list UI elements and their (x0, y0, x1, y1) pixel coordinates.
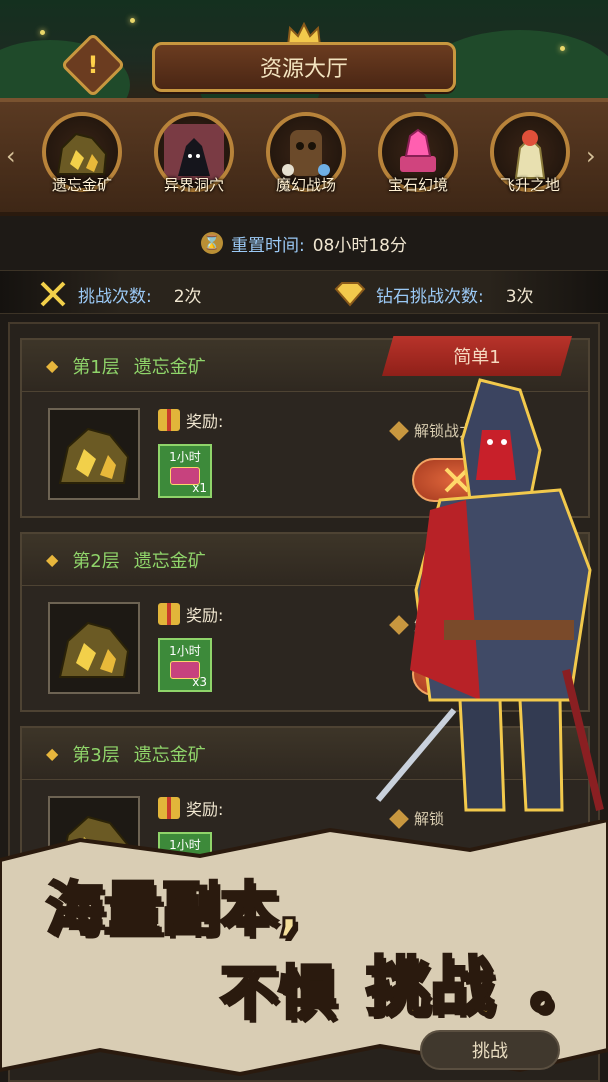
promo-period: 。 (528, 952, 589, 1023)
category-battlefield[interactable]: 魔幻战场 (256, 112, 356, 195)
title-banner: 资源大厅 (152, 42, 456, 92)
reward-label: 奖励: (186, 606, 224, 625)
promo-accent: 挑战 (365, 950, 496, 1027)
category-label: 遗忘金矿 (51, 176, 112, 194)
floor-title: 第2层 (72, 550, 120, 572)
chest-quantity: x3 (192, 675, 207, 689)
challenge-count: 挑战次数: 2次 (38, 281, 202, 307)
chest-time: 1小时 (169, 644, 201, 658)
floor-name: 遗忘金矿 (133, 356, 206, 378)
chest-quantity: x1 (192, 481, 207, 495)
category-cave[interactable]: 异界洞穴 (144, 112, 244, 195)
diamond-value: 3次 (505, 286, 534, 307)
diamond-icon (334, 282, 366, 307)
challenge-label: 挑战次数: (78, 286, 152, 307)
difficulty-label: 简单1 (453, 347, 501, 368)
gift-icon (158, 603, 180, 625)
floor-title: 第3层 (72, 744, 120, 766)
category-label: 宝石幻境 (387, 176, 448, 194)
scroll-left-icon[interactable]: ‹ (6, 142, 16, 170)
category-ascension[interactable]: 飞升之地 (480, 112, 580, 195)
reward-row: 奖励: (158, 602, 223, 626)
exclamation-icon: ! (87, 51, 99, 79)
gem-bullet-icon: ◆ (46, 550, 59, 569)
challenge-counts: 挑战次数: 2次 钻石挑战次数: 3次 (0, 270, 608, 314)
category-bar: ‹ 遗忘金矿 异界洞穴 魔幻战场 宝石幻境 飞升之地 › (0, 98, 608, 216)
reward-label: 奖励: (186, 412, 224, 431)
hourglass-icon: ⌛ (201, 232, 223, 254)
reset-label: 重置时间: (231, 235, 305, 256)
reward-chest[interactable]: 1小时 x1 (158, 444, 212, 498)
category-label: 魔幻战场 (275, 176, 336, 194)
gem-bullet-icon: ◆ (46, 744, 59, 763)
reset-timer: ⌛ 重置时间: 08小时18分 (0, 224, 608, 262)
reset-value: 08小时18分 (312, 235, 407, 256)
diamond-challenge-count: 钻石挑战次数: 3次 (334, 281, 534, 307)
gem-bullet-icon: ◆ (46, 356, 59, 375)
page-title: 资源大厅 (259, 57, 348, 82)
chest-time: 1小时 (169, 450, 201, 464)
promo-line1: 海量副本, (44, 874, 301, 945)
category-gold-mine[interactable]: 遗忘金矿 (32, 112, 132, 195)
diamond-label: 钻石挑战次数: (376, 286, 484, 307)
hooded-assassin-character (375, 378, 604, 812)
scroll-right-icon[interactable]: › (586, 142, 596, 170)
gift-icon (158, 797, 180, 819)
category-label: 异界洞穴 (163, 176, 224, 194)
promo-line2: 不惧 (218, 958, 337, 1029)
crossed-swords-icon (40, 281, 66, 307)
gold-ore-icon (48, 602, 140, 694)
challenge-value: 2次 (173, 286, 202, 307)
gift-icon (158, 409, 180, 431)
reward-label: 奖励: (186, 800, 224, 819)
floor-title: 第1层 (72, 356, 120, 378)
reward-row: 奖励: (158, 408, 223, 432)
reward-chest[interactable]: 1小时 x3 (158, 638, 212, 692)
gold-ore-icon (48, 408, 140, 500)
bottom-challenge-button[interactable]: 挑战 (420, 1030, 560, 1070)
category-gem[interactable]: 宝石幻境 (368, 112, 468, 195)
floor-name: 遗忘金矿 (133, 550, 206, 572)
floor-name: 遗忘金矿 (133, 744, 206, 766)
category-label: 飞升之地 (499, 176, 560, 194)
reward-row: 奖励: (158, 796, 223, 820)
